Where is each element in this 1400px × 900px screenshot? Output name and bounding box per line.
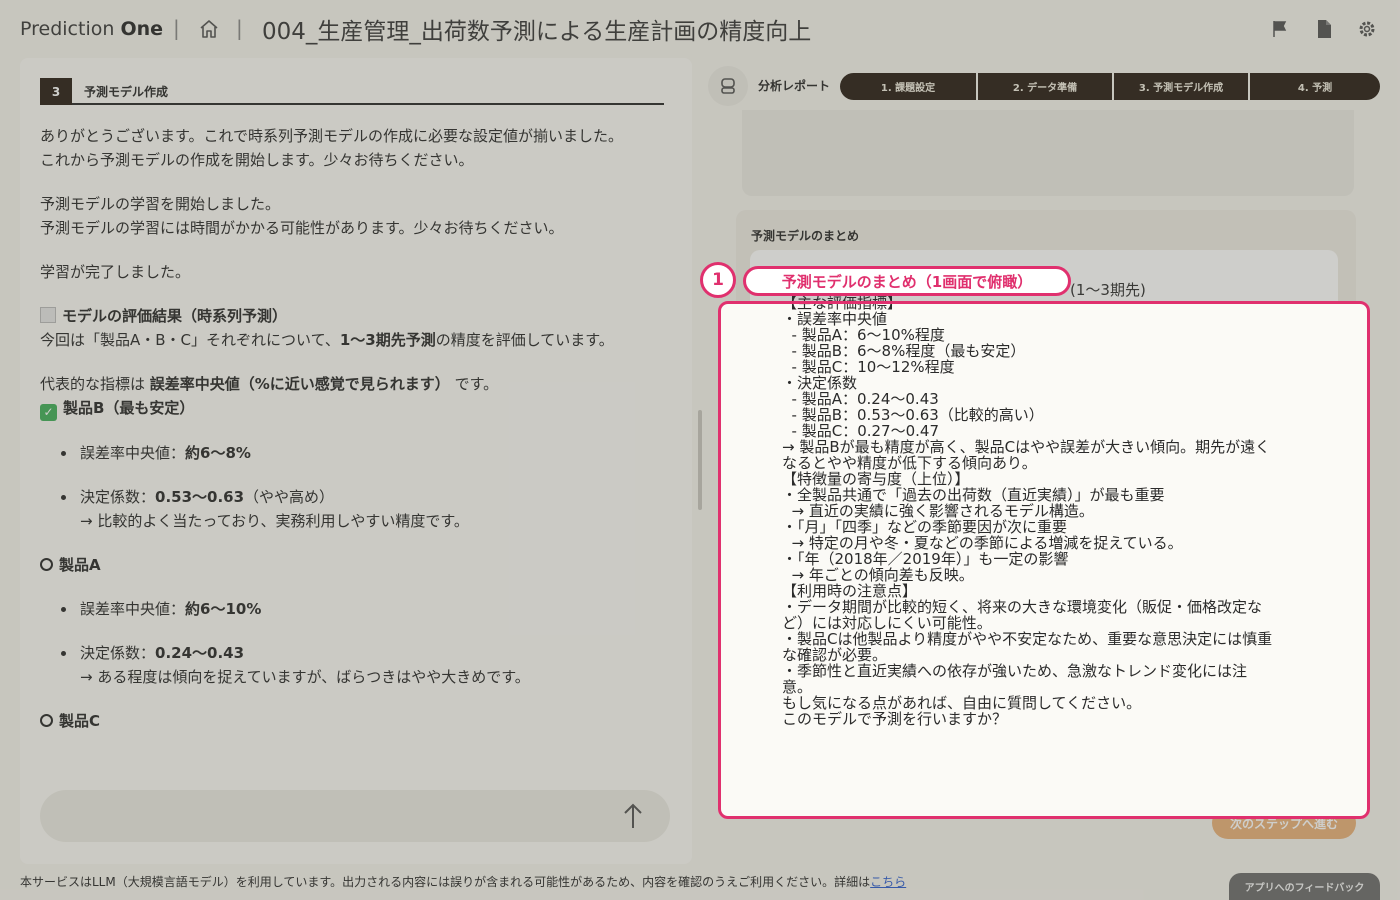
logo-text-light: Prediction: [20, 18, 115, 40]
home-icon[interactable]: [199, 19, 219, 39]
report-avatar: [708, 66, 748, 106]
panel-resize-handle[interactable]: [698, 410, 702, 510]
check-icon: ✓: [40, 404, 57, 421]
disclaimer: 本サービスはLLM（大規模言語モデル）を利用しています。出力される内容には誤りが…: [20, 875, 907, 889]
robot-icon: [721, 78, 735, 94]
header-separator: |: [173, 16, 180, 40]
chat-line: これから予測モデルの作成を開始します。少々お待ちください。: [40, 151, 474, 169]
bar-chart-icon: [40, 307, 56, 323]
highlight-frame: [718, 301, 1370, 819]
send-arrow-icon[interactable]: [622, 802, 644, 830]
list-item-comment: → 比較的よく当たっており、実務利用しやすい精度です。: [80, 512, 469, 530]
eval-intro: 今回は「製品A・B・C」それぞれについて、1〜3期先予測の精度を評価しています。: [40, 331, 614, 349]
list-item: 誤差率中央値：約6〜10%: [40, 597, 670, 621]
chat-messages: ありがとうございます。これで時系列予測モデルの作成に必要な設定値が揃いました。 …: [40, 124, 670, 733]
highlight-number: 1: [700, 262, 736, 298]
page-title: 004_生産管理_出荷数予測による生産計画の精度向上: [262, 19, 812, 45]
logo-text-bold: One: [120, 18, 164, 40]
chat-line: 予測モデルの学習を開始しました。: [40, 195, 281, 213]
metric-note: 代表的な指標は 誤差率中央値（%に近い感覚で見られます） です。: [40, 375, 499, 393]
chat-line: ありがとうございます。これで時系列予測モデルの作成に必要な設定値が揃いました。: [40, 127, 624, 145]
gear-icon[interactable]: [1357, 19, 1377, 39]
tab-step-2[interactable]: 2. データ準備: [978, 73, 1112, 100]
tab-step-1[interactable]: 1. 課題設定: [840, 73, 976, 100]
product-b-heading: ✓ 製品B（最も安定）: [40, 396, 670, 421]
app-header: Prediction One | | 004_生産管理_出荷数予測による生産計画…: [0, 0, 1400, 58]
step-number: 3: [40, 78, 72, 105]
report-label: 分析レポート: [758, 79, 831, 93]
tab-step-3[interactable]: 3. 予測モデル作成: [1114, 73, 1248, 100]
chat-panel: 3 予測モデル作成 ありがとうございます。これで時系列予測モデルの作成に必要な設…: [20, 58, 692, 864]
eval-heading: モデルの評価結果（時系列予測）: [40, 304, 670, 328]
list-item: 決定係数：0.53〜0.63（やや高め）: [40, 485, 670, 509]
document-icon[interactable]: [1314, 19, 1334, 39]
highlight-label: 予測モデルのまとめ（1画面で俯瞰）: [743, 266, 1071, 296]
list-item-comment: → ある程度は傾向を捉えていますが、ばらつきはやや大きめです。: [80, 668, 530, 686]
app-logo[interactable]: Prediction One: [20, 18, 163, 40]
circle-icon: [40, 558, 53, 571]
header-separator: |: [236, 16, 243, 40]
list-item: 決定係数：0.24〜0.43: [40, 641, 670, 665]
chat-line: 学習が完了しました。: [40, 263, 191, 281]
circle-icon: [40, 714, 53, 727]
step-header: 3 予測モデル作成: [40, 78, 664, 105]
feedback-button[interactable]: アプリへのフィードバック: [1229, 873, 1380, 900]
chat-line: 予測モデルの学習には時間がかかる可能性があります。少々お待ちください。: [40, 219, 564, 237]
list-item: 誤差率中央値：約6〜8%: [40, 441, 670, 465]
details-link[interactable]: こちら: [870, 875, 906, 889]
step-label: 予測モデル作成: [84, 85, 169, 99]
flag-icon[interactable]: [1270, 19, 1290, 39]
report-card-previous: [742, 110, 1354, 196]
product-c-heading: 製品C: [40, 709, 670, 733]
product-a-heading: 製品A: [40, 553, 670, 577]
chat-input[interactable]: [40, 790, 670, 842]
tab-step-4[interactable]: 4. 予測: [1250, 73, 1380, 100]
summary-title: 予測モデルのまとめ: [751, 229, 860, 243]
